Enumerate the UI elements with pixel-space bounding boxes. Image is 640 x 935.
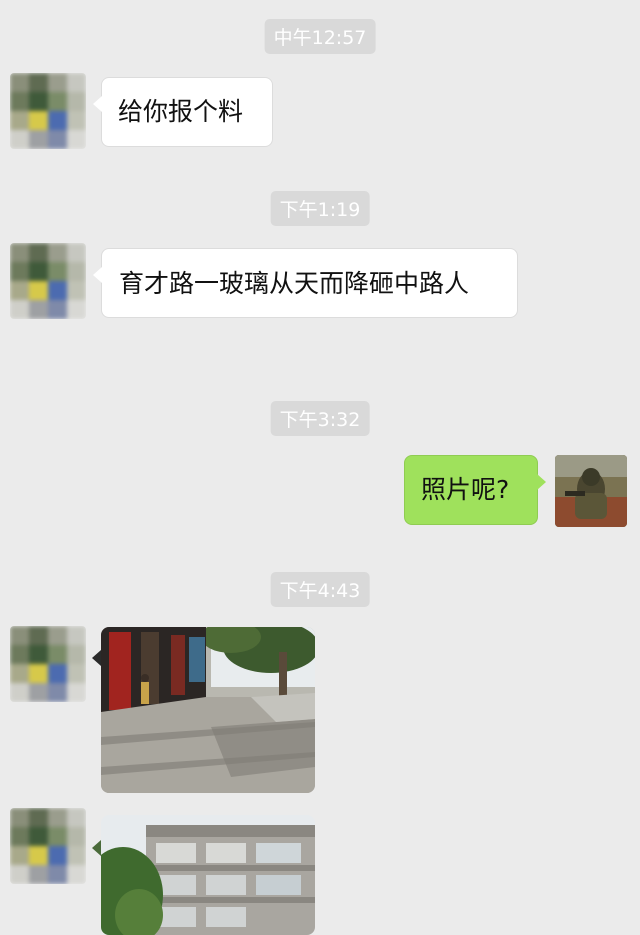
contact-avatar[interactable]: [10, 73, 86, 149]
message-text: 照片呢?: [421, 475, 510, 504]
timestamp: 下午4:43: [270, 572, 370, 607]
user-avatar[interactable]: [555, 455, 627, 527]
message-bubble-incoming[interactable]: 育才路一玻璃从天而降砸中路人: [93, 248, 518, 318]
message-bubble-outgoing[interactable]: 照片呢?: [404, 455, 546, 525]
message-text: 给你报个料: [118, 97, 244, 126]
timestamp: 下午3:32: [270, 401, 370, 436]
street-photo[interactable]: [101, 627, 315, 793]
soldier-photo-icon: [555, 455, 627, 527]
building-photo[interactable]: [101, 815, 315, 935]
timestamp: 中午12:57: [264, 19, 376, 54]
message-text: 育才路一玻璃从天而降砸中路人: [119, 269, 470, 298]
building-scene-image: [101, 815, 315, 935]
timestamp: 下午1:19: [270, 191, 370, 226]
contact-avatar[interactable]: [10, 243, 86, 319]
street-scene-image: [101, 627, 315, 793]
contact-avatar[interactable]: [10, 626, 86, 702]
bubble-tail: [92, 650, 101, 666]
contact-avatar[interactable]: [10, 808, 86, 884]
bubble-tail: [92, 840, 101, 856]
message-bubble-incoming[interactable]: 给你报个料: [93, 77, 273, 147]
